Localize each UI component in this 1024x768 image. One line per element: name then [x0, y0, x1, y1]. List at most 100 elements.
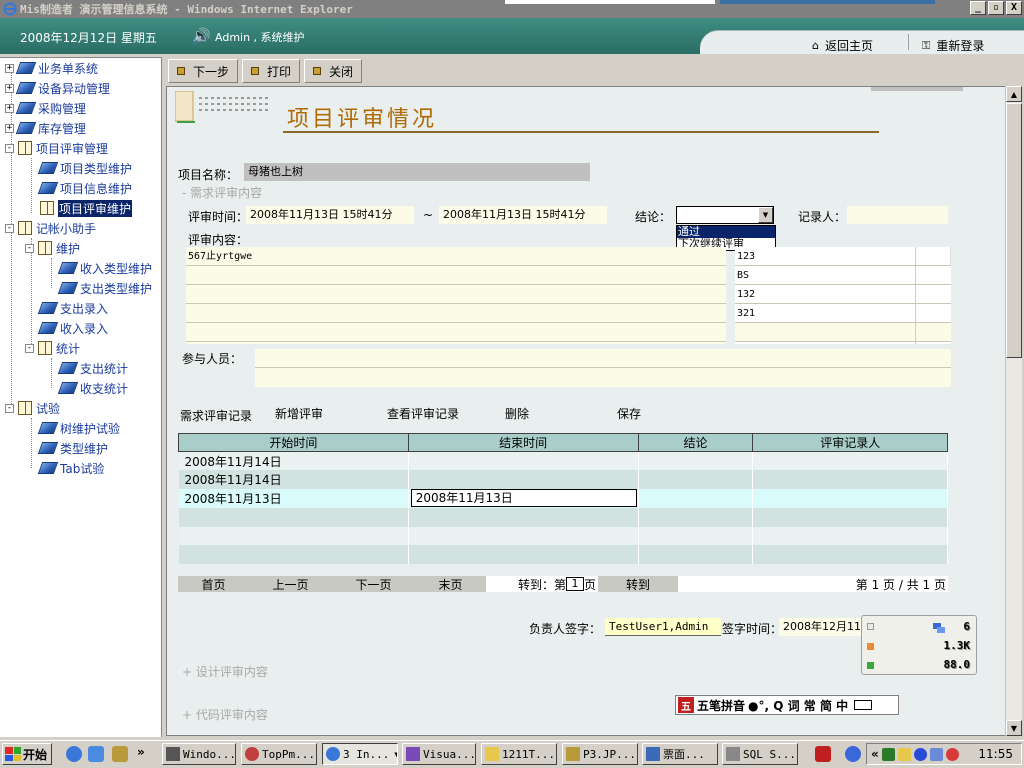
- save-link[interactable]: 保存: [617, 405, 641, 422]
- review-records-tab[interactable]: 需求评审记录: [180, 407, 252, 424]
- expand-icon[interactable]: +: [5, 63, 14, 73]
- task-folder[interactable]: 1211T...: [481, 743, 557, 765]
- page-number-input[interactable]: 1: [565, 577, 584, 591]
- tree-node-income-type[interactable]: 收入类型维护: [57, 258, 152, 278]
- column-header[interactable]: 评审记录人: [752, 433, 948, 452]
- expand-icon[interactable]: +: [5, 83, 14, 93]
- task-form[interactable]: 票面...: [642, 743, 718, 765]
- close-button[interactable]: 关闭: [304, 59, 363, 83]
- vertical-scrollbar[interactable]: ▲ ▼: [1005, 86, 1022, 736]
- tray-icon-1[interactable]: [881, 747, 895, 761]
- keyboard-icon[interactable]: [854, 700, 873, 710]
- req-review-toggle[interactable]: - 需求评审内容: [182, 184, 262, 201]
- tray-chevron[interactable]: «: [871, 747, 879, 761]
- tree-node-expense-stats[interactable]: 支出统计: [57, 358, 128, 378]
- tree-node-tab-test[interactable]: Tab试验: [37, 458, 104, 478]
- column-header[interactable]: 结论: [637, 433, 754, 452]
- list-item[interactable]: 321: [735, 304, 951, 323]
- tree-node-expense-entry[interactable]: 支出录入: [37, 298, 108, 318]
- tray-icon-4[interactable]: [929, 747, 943, 761]
- goto-button[interactable]: 转到: [626, 576, 650, 593]
- table-row-selected[interactable]: 2008年11月13日 2008年11月13日: [178, 489, 948, 508]
- review-end-field[interactable]: 2008年11月13日 15时41分: [439, 206, 607, 224]
- tree-node-project-review-maint[interactable]: 项目评审维护: [40, 198, 133, 218]
- ie-quicklaunch-icon[interactable]: [66, 746, 82, 762]
- restore-button[interactable]: ▫: [988, 1, 1004, 15]
- tray-icon-5[interactable]: [945, 747, 959, 761]
- expand-icon[interactable]: +: [5, 103, 14, 113]
- list-item[interactable]: 123: [735, 247, 951, 266]
- chevron-down-icon[interactable]: ▼: [758, 207, 773, 223]
- home-link[interactable]: ⌂ 返回主页: [812, 37, 873, 54]
- review-start-field[interactable]: 2008年11月13日 15时41分: [246, 206, 414, 224]
- review-content-textarea[interactable]: 567止yrtgwe: [186, 247, 726, 344]
- table-row[interactable]: [178, 526, 948, 546]
- tree-node-tree-test[interactable]: 树维护试验: [37, 418, 120, 438]
- ime-toolbar[interactable]: 五 五笔拼音 ●°, Q 词 常 简 中: [675, 695, 899, 715]
- table-row[interactable]: 2008年11月14日: [178, 470, 948, 490]
- next-page-link[interactable]: 下一页: [355, 576, 391, 593]
- collapse-icon[interactable]: -: [5, 223, 14, 233]
- task-toppm[interactable]: TopPm...: [241, 743, 317, 765]
- scroll-thumb[interactable]: [1006, 103, 1022, 358]
- project-name-field[interactable]: 母猪也上树: [244, 163, 590, 181]
- minimize-button[interactable]: _: [970, 1, 986, 15]
- tree-node-project-info[interactable]: 项目信息维护: [37, 178, 132, 198]
- tree-node-stats[interactable]: - 统计: [25, 338, 80, 358]
- tree-node-business[interactable]: + 业务单系统: [5, 58, 98, 78]
- new-review-link[interactable]: 新增评审: [275, 405, 323, 422]
- conclusion-select[interactable]: ▼: [676, 206, 774, 224]
- relogin-link[interactable]: ⚿ 重新登录: [922, 37, 984, 54]
- tray-icon-3[interactable]: [913, 747, 927, 761]
- delete-link[interactable]: 删除: [505, 405, 529, 422]
- start-button[interactable]: 开始: [2, 743, 52, 765]
- task-visual[interactable]: Visua...: [402, 743, 476, 765]
- collapse-icon[interactable]: -: [5, 403, 14, 413]
- tree-node-expense-type[interactable]: 支出类型维护: [57, 278, 152, 298]
- recorder-field[interactable]: [847, 206, 948, 224]
- table-row[interactable]: 2008年11月14日: [178, 451, 948, 471]
- tree-node-type-maint[interactable]: 类型维护: [37, 438, 108, 458]
- sign-field[interactable]: TestUser1,Admin: [605, 618, 721, 636]
- tree-node-experiment[interactable]: - 试验: [5, 398, 60, 418]
- side-list[interactable]: 123 BS 132 321: [735, 247, 951, 344]
- design-review-toggle[interactable]: + 设计评审内容: [182, 663, 268, 680]
- list-item[interactable]: BS: [735, 266, 951, 285]
- prev-page-link[interactable]: 上一页: [272, 576, 308, 593]
- tree-node-purchase[interactable]: + 采购管理: [5, 98, 86, 118]
- collapse-icon[interactable]: -: [25, 243, 34, 253]
- first-page-link[interactable]: 首页: [201, 576, 225, 593]
- app-quicklaunch-icon[interactable]: [112, 746, 128, 762]
- tree-node-inventory[interactable]: + 库存管理: [5, 118, 86, 138]
- tree-node-maint[interactable]: - 维护: [25, 238, 80, 258]
- code-review-toggle[interactable]: + 代码评审内容: [182, 706, 268, 723]
- collapse-icon[interactable]: -: [25, 343, 34, 353]
- close-window-button[interactable]: X: [1006, 1, 1022, 15]
- tray-icon-2[interactable]: [897, 747, 911, 761]
- scroll-up-icon[interactable]: ▲: [1006, 86, 1022, 102]
- task-windows[interactable]: Windo...: [162, 743, 236, 765]
- task-image[interactable]: P3.JP...: [562, 743, 638, 765]
- next-step-button[interactable]: 下一步: [168, 59, 239, 83]
- quicklaunch-chevron[interactable]: »: [137, 745, 145, 759]
- outlook-quicklaunch-icon[interactable]: [88, 746, 104, 762]
- tree-node-balance-stats[interactable]: 收支统计: [57, 378, 128, 398]
- end-time-editor[interactable]: 2008年11月13日: [410, 489, 637, 508]
- tree-node-project-review[interactable]: - 项目评审管理: [5, 138, 108, 158]
- task-ie[interactable]: 3 In...▼: [322, 743, 398, 765]
- help-icon[interactable]: [845, 746, 861, 762]
- task-sql[interactable]: SQL S...: [722, 743, 798, 765]
- list-item[interactable]: [735, 323, 951, 342]
- participants-field[interactable]: [255, 349, 951, 387]
- table-row[interactable]: [178, 507, 948, 527]
- ime-status-icon[interactable]: [815, 746, 831, 762]
- tree-node-income-entry[interactable]: 收入录入: [37, 318, 108, 338]
- column-header[interactable]: 结束时间: [407, 433, 639, 452]
- view-records-link[interactable]: 查看评审记录: [387, 405, 459, 422]
- table-row[interactable]: [178, 545, 948, 565]
- tree-node-bookkeeping[interactable]: - 记帐小助手: [5, 218, 96, 238]
- tree-node-equipment[interactable]: + 设备异动管理: [5, 78, 110, 98]
- column-header[interactable]: 开始时间: [178, 433, 409, 452]
- collapse-icon[interactable]: -: [5, 143, 14, 153]
- list-item[interactable]: 132: [735, 285, 951, 304]
